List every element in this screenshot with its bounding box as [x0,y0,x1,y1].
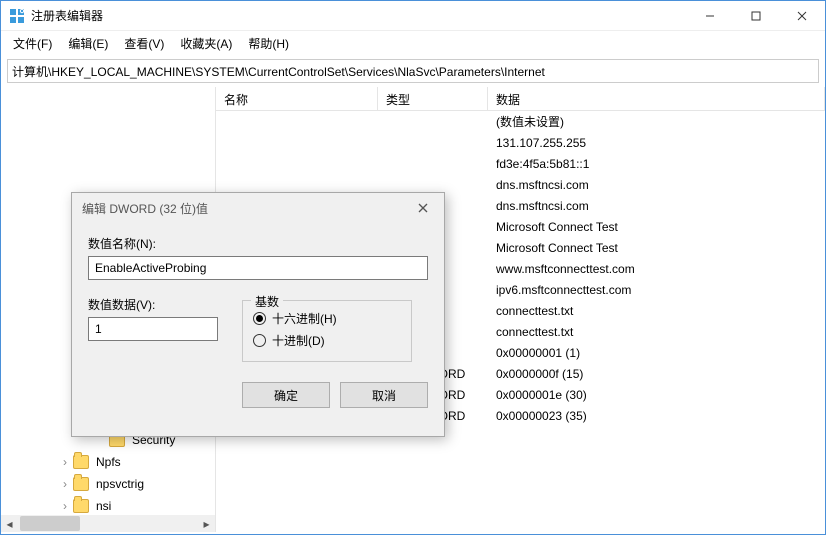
regedit-window: 注册表编辑器 文件(F) 编辑(E) 查看(V) 收藏夹(A) 帮助(H) 计算… [0,0,826,535]
dialog-title: 编辑 DWORD (32 位)值 [82,200,412,217]
radio-dot-icon [253,312,266,325]
value-data: 0x0000000f (15) [488,367,825,381]
menu-edit[interactable]: 编辑(E) [62,33,114,54]
chevron-right-icon[interactable]: › [59,499,71,513]
value-name-label: 数值名称(N): [88,235,428,252]
tree-item-label: Npfs [93,454,124,470]
window-buttons [687,1,825,30]
value-data: (数值未设置) [488,113,825,130]
ok-button[interactable]: 确定 [242,382,330,408]
dialog-titlebar[interactable]: 编辑 DWORD (32 位)值 [72,193,444,223]
value-data: ipv6.msftconnecttest.com [488,283,825,297]
column-type[interactable]: 类型 [378,87,488,110]
value-name-input[interactable] [88,256,428,280]
main-area: ›NetBIOS⌄ParameterCache›InternetSecurity… [1,87,825,532]
address-text: 计算机\HKEY_LOCAL_MACHINE\SYSTEM\CurrentCon… [12,63,545,80]
scroll-right-button[interactable]: ▸ [198,515,215,532]
value-data: www.msftconnecttest.com [488,262,825,276]
menu-file[interactable]: 文件(F) [7,33,58,54]
menu-favorites[interactable]: 收藏夹(A) [174,33,238,54]
edit-dword-dialog: 编辑 DWORD (32 位)值 数值名称(N): 数值数据(V): 基数 [71,192,445,437]
menubar: 文件(F) 编辑(E) 查看(V) 收藏夹(A) 帮助(H) [1,31,825,55]
list-header: 名称 类型 数据 [216,87,825,111]
value-data: 0x0000001e (30) [488,388,825,402]
list-item[interactable]: (数值未设置) [216,111,825,132]
dialog-body: 数值名称(N): 数值数据(V): 基数 十六进制(H) [72,223,444,374]
list-item[interactable]: fd3e:4f5a:5b81::1 [216,153,825,174]
radix-legend: 基数 [251,293,283,310]
cancel-button[interactable]: 取消 [340,382,428,408]
radix-fieldset: 基数 十六进制(H) 十进制(D) [242,300,412,362]
radix-dec-radio[interactable]: 十进制(D) [253,329,401,351]
value-data: dns.msftncsi.com [488,178,825,192]
dialog-buttons: 确定 取消 [72,374,444,422]
value-data: 0x00000001 (1) [488,346,825,360]
chevron-right-icon[interactable]: › [59,477,71,491]
folder-icon [73,477,89,491]
folder-icon [73,499,89,513]
menu-view[interactable]: 查看(V) [118,33,170,54]
value-data: dns.msftncsi.com [488,199,825,213]
value-data: fd3e:4f5a:5b81::1 [488,157,825,171]
tree-item-label: nsi [93,498,114,514]
column-data[interactable]: 数据 [488,87,825,110]
radix-hex-label: 十六进制(H) [272,310,337,327]
scroll-thumb[interactable] [20,516,80,531]
value-data: Microsoft Connect Test [488,220,825,234]
radix-hex-radio[interactable]: 十六进制(H) [253,307,401,329]
close-button[interactable] [779,1,825,30]
titlebar: 注册表编辑器 [1,1,825,31]
address-bar[interactable]: 计算机\HKEY_LOCAL_MACHINE\SYSTEM\CurrentCon… [7,59,819,83]
menu-help[interactable]: 帮助(H) [242,33,295,54]
column-name[interactable]: 名称 [216,87,378,110]
dialog-close-button[interactable] [412,198,434,218]
list-item[interactable]: 131.107.255.255 [216,132,825,153]
radio-dot-icon [253,334,266,347]
chevron-right-icon[interactable]: › [59,455,71,469]
value-data: connecttest.txt [488,304,825,318]
minimize-button[interactable] [687,1,733,30]
radix-dec-label: 十进制(D) [272,332,325,349]
value-data: 131.107.255.255 [488,136,825,150]
value-data: connecttest.txt [488,325,825,339]
tree-item[interactable]: › npsvctrig [1,473,215,495]
value-data-label: 数值数据(V): [88,296,218,313]
tree-item[interactable]: › nsi [1,495,215,517]
tree-item[interactable]: › Npfs [1,451,215,473]
folder-icon [73,455,89,469]
value-data: 0x00000023 (35) [488,409,825,423]
tree-item-label: npsvctrig [93,476,147,492]
value-data-input[interactable] [88,317,218,341]
window-title: 注册表编辑器 [31,7,687,24]
value-data: Microsoft Connect Test [488,241,825,255]
scroll-left-button[interactable]: ◂ [1,515,18,532]
app-icon [9,8,25,24]
tree-hscrollbar[interactable]: ◂ ▸ [1,515,215,532]
maximize-button[interactable] [733,1,779,30]
